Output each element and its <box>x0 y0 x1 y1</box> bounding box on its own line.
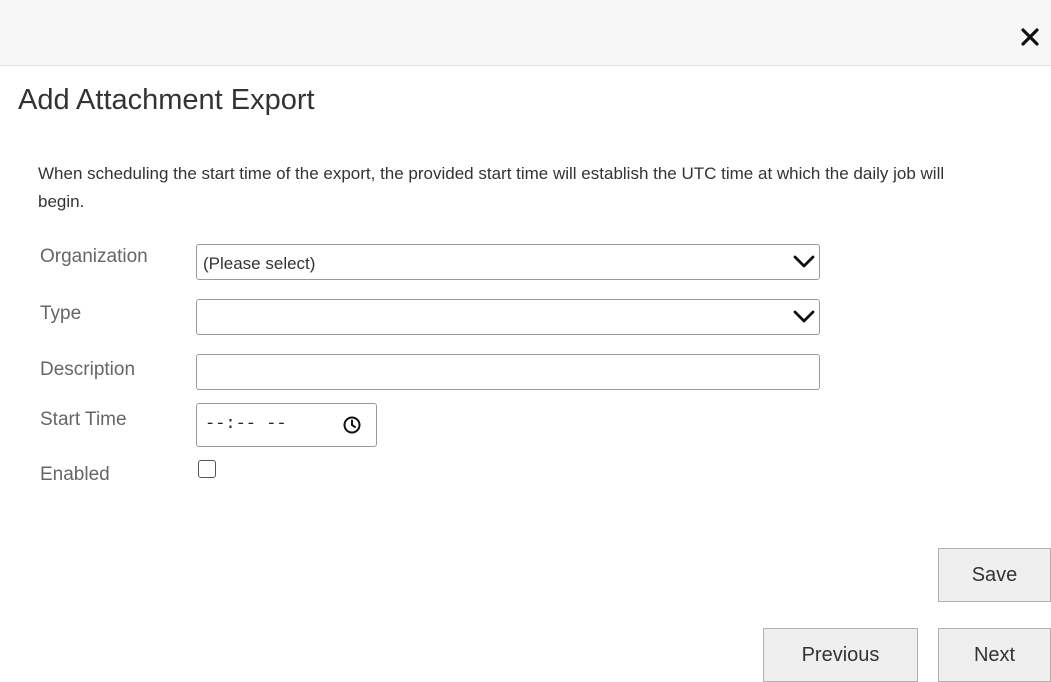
start-time-label: Start Time <box>40 409 127 430</box>
save-button[interactable]: Save <box>938 548 1051 602</box>
organization-select[interactable]: (Please select) <box>196 244 820 280</box>
chevron-down-icon <box>793 310 815 323</box>
organization-label: Organization <box>40 246 148 267</box>
clock-icon[interactable] <box>342 415 362 435</box>
close-icon <box>1021 28 1039 46</box>
previous-button[interactable]: Previous <box>763 628 918 682</box>
dialog-title: Add Attachment Export <box>18 84 315 116</box>
description-input[interactable] <box>196 354 820 390</box>
type-select[interactable] <box>196 299 820 335</box>
next-button[interactable]: Next <box>938 628 1051 682</box>
start-time-value: --:-- -- <box>205 415 287 434</box>
type-label: Type <box>40 303 82 324</box>
description-label: Description <box>40 359 136 380</box>
add-attachment-export-dialog: Add Attachment Export When scheduling th… <box>0 0 1051 682</box>
intro-text: When scheduling the start time of the ex… <box>38 164 945 211</box>
enabled-checkbox[interactable] <box>198 460 216 478</box>
enabled-label: Enabled <box>40 464 110 485</box>
start-time-input[interactable]: --:-- -- <box>196 403 377 447</box>
dialog-header-bar <box>0 0 1051 66</box>
organization-selected-value: (Please select) <box>203 254 316 273</box>
chevron-down-icon <box>793 255 815 268</box>
close-button[interactable] <box>1015 22 1045 52</box>
